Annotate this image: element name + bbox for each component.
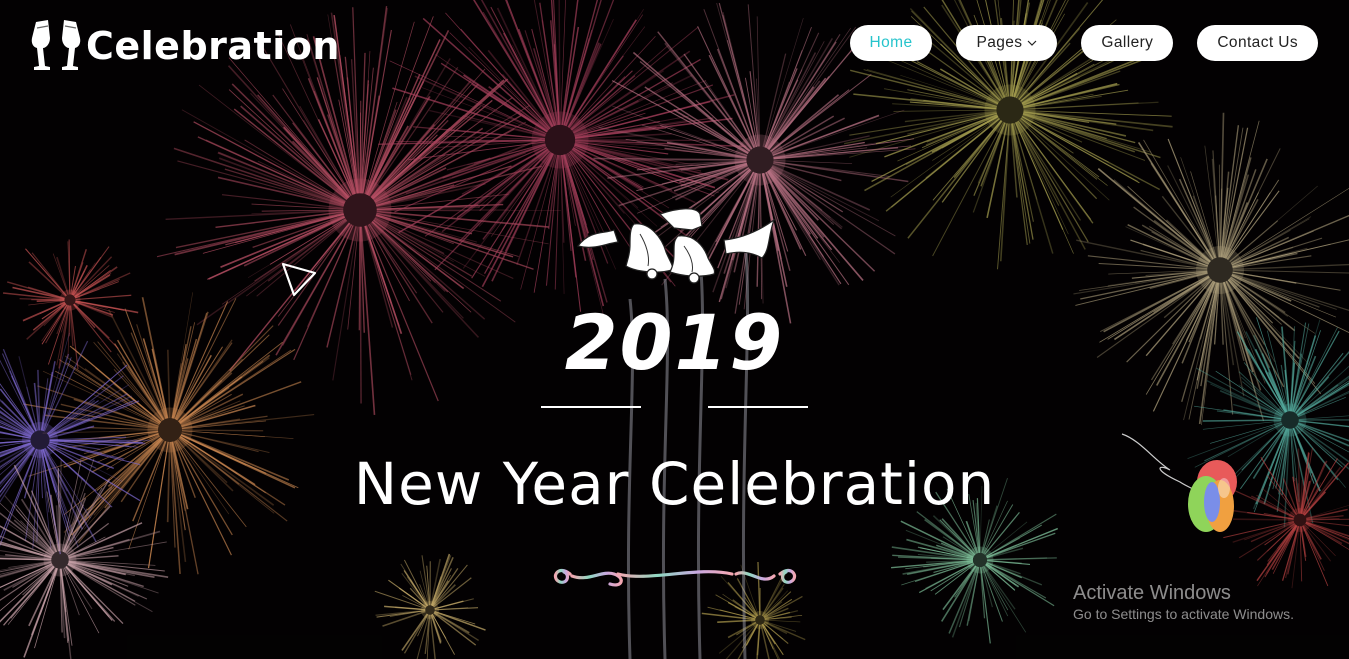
play-triangle-icon[interactable] [278, 259, 320, 303]
site-header: Celebration Home Pages Gallery Contact U… [0, 0, 1349, 86]
main-nav: Home Pages Gallery Contact Us [849, 25, 1318, 61]
windows-activation-watermark: Activate Windows Go to Settings to activ… [1073, 581, 1294, 623]
brand-name: Celebration [86, 24, 340, 68]
nav-home-label: Home [869, 34, 913, 51]
nav-gallery-button[interactable]: Gallery [1081, 25, 1174, 61]
watermark-subtitle: Go to Settings to activate Windows. [1073, 606, 1294, 622]
champagne-glasses-icon [30, 16, 82, 76]
balloons-icon [1120, 430, 1250, 554]
nav-pages-dropdown[interactable]: Pages [956, 25, 1058, 61]
nav-contact-button[interactable]: Contact Us [1197, 25, 1318, 61]
nav-home-button[interactable]: Home [849, 25, 933, 61]
hero-section: Celebration Home Pages Gallery Contact U… [0, 0, 1349, 659]
watermark-title: Activate Windows [1073, 582, 1231, 604]
swirl-divider [548, 560, 802, 596]
brand-logo[interactable]: Celebration [30, 16, 340, 76]
nav-pages-label: Pages [976, 34, 1023, 51]
nav-gallery-label: Gallery [1101, 34, 1154, 51]
nav-contact-label: Contact Us [1217, 34, 1298, 51]
divider-left [541, 406, 641, 408]
divider-right [708, 406, 808, 408]
hero-year: 2019 [564, 298, 785, 387]
chevron-down-icon [1027, 39, 1037, 47]
bells-icon [574, 200, 778, 288]
